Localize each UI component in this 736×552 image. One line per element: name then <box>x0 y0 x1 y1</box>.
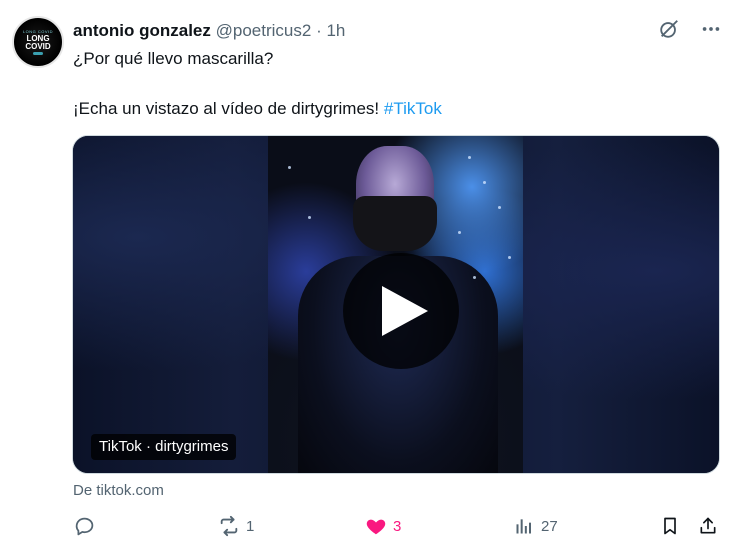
author-handle[interactable]: @poetricus2 <box>216 21 312 40</box>
views-icon <box>513 515 535 537</box>
tweet-text-prefix: ¡Echa un vistazo al vídeo de dirtygrimes… <box>73 99 384 118</box>
sparkle <box>468 156 471 159</box>
link-source[interactable]: De tiktok.com <box>73 482 164 499</box>
repost-button[interactable]: 1 <box>218 515 254 537</box>
like-button[interactable]: 3 <box>365 515 401 537</box>
repost-count: 1 <box>246 517 255 535</box>
sparkle <box>308 216 311 219</box>
sparkle <box>288 166 291 169</box>
reply-icon <box>73 515 95 537</box>
views-count: 27 <box>541 517 558 535</box>
sparkle <box>508 256 511 259</box>
share-icon <box>697 515 719 537</box>
bookmark-button[interactable] <box>659 515 681 537</box>
timestamp[interactable]: 1h <box>326 21 345 40</box>
play-icon <box>382 286 428 336</box>
sparkle <box>458 231 461 234</box>
tweet-text-line1: ¿Por qué llevo mascarilla? <box>73 49 274 68</box>
reply-button[interactable] <box>73 515 101 537</box>
tweet-text-line2: ¡Echa un vistazo al vídeo de dirtygrimes… <box>73 98 442 120</box>
hashtag-link[interactable]: #TikTok <box>384 99 442 118</box>
media-source-badge: TikTok · dirtygrimes <box>91 434 237 460</box>
grok-icon[interactable] <box>658 18 680 40</box>
separator-dot: · <box>316 21 322 40</box>
bookmark-icon <box>659 515 681 537</box>
video-figure-mask <box>353 196 437 251</box>
sparkle <box>498 206 501 209</box>
play-button[interactable] <box>343 253 459 369</box>
views-button[interactable]: 27 <box>513 515 558 537</box>
repost-icon <box>218 515 240 537</box>
author-name[interactable]: antonio gonzalez <box>73 21 211 40</box>
sparkle <box>473 276 476 279</box>
media-card[interactable]: TikTok · dirtygrimes <box>72 135 720 474</box>
tweet-header: antonio gonzalez @poetricus2 · 1h <box>73 20 345 42</box>
sparkle <box>483 181 486 184</box>
share-button[interactable] <box>697 515 719 537</box>
heart-icon <box>365 515 387 537</box>
ribbon-icon <box>33 52 43 55</box>
more-icon[interactable] <box>700 18 722 40</box>
tweet-top-actions <box>658 18 722 40</box>
avatar[interactable]: LONG COVID LONG COVID <box>12 16 64 68</box>
like-count: 3 <box>393 517 402 535</box>
avatar-line2: COVID <box>25 42 51 51</box>
tweet-action-bar: 1 3 27 <box>73 515 723 541</box>
